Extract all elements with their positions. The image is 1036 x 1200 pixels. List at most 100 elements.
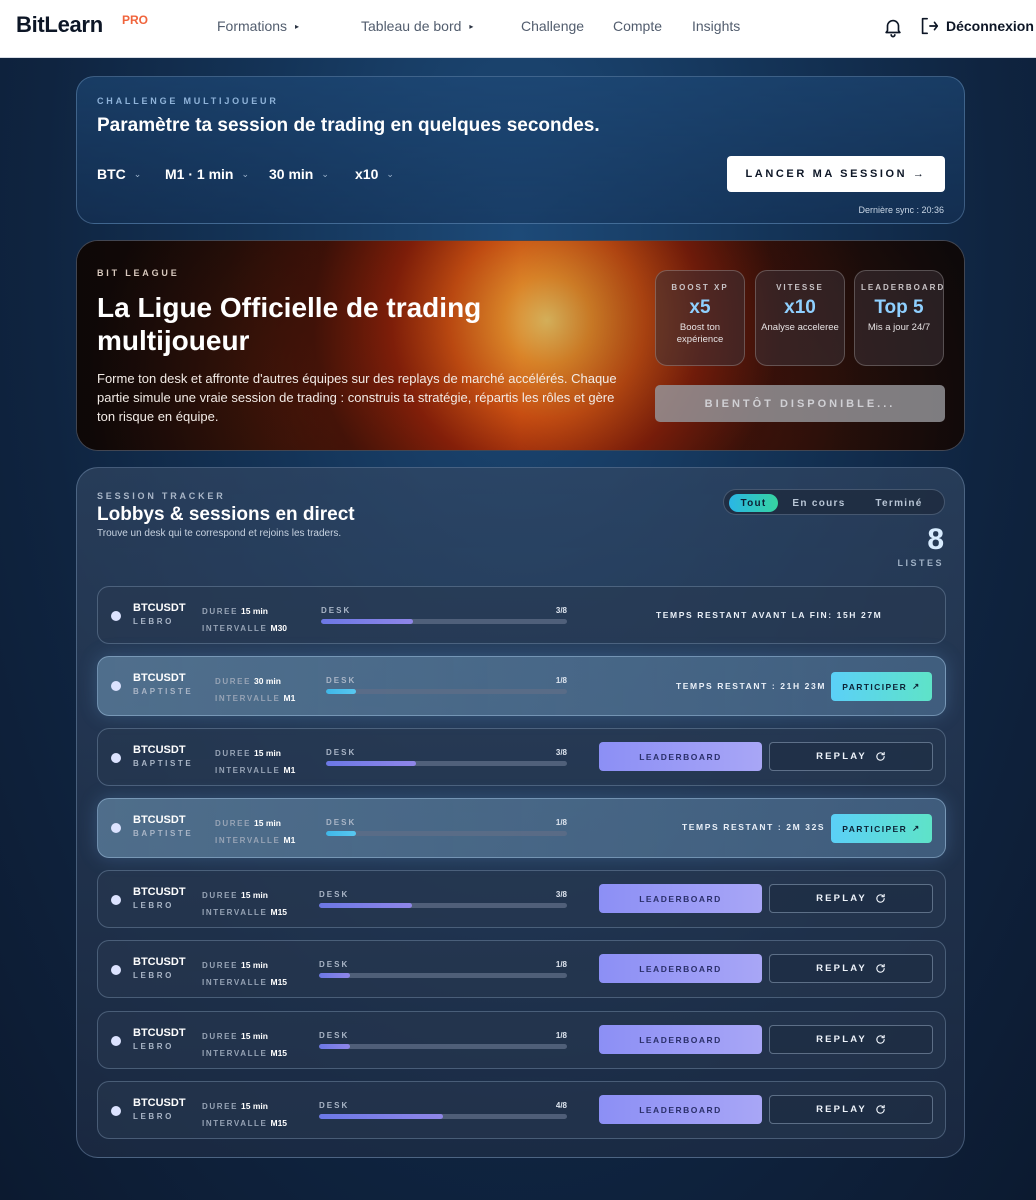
replay-label: REPLAY bbox=[816, 963, 867, 974]
session-row[interactable]: BTCUSDT LEBRO DUREE 15 min INTERVALLE M30 DESK… bbox=[97, 586, 946, 644]
desk-progress-bar bbox=[326, 689, 567, 694]
last-sync: Dernière sync : 20:36 bbox=[858, 205, 944, 215]
nav-item-tableau-de-bord[interactable]: Tableau de bord ▸ bbox=[361, 18, 473, 34]
league-description: Forme ton desk et affronte d'autres équi… bbox=[97, 371, 617, 424]
stat-value: Top 5 bbox=[874, 297, 924, 318]
desk-count: 3/8 bbox=[555, 748, 567, 757]
timeframe-select[interactable]: M1 · 1 min ⌄ bbox=[165, 166, 249, 182]
interval-label: INTERVALLE bbox=[202, 1049, 268, 1058]
logo[interactable]: BitLearn bbox=[16, 12, 103, 38]
session-interval: INTERVALLE M30 bbox=[202, 618, 287, 636]
session-pair: BTCUSDT bbox=[133, 1027, 186, 1039]
select-value: 30 min bbox=[269, 166, 314, 182]
time-remaining: TEMPS RESTANT : 21H 23M bbox=[676, 681, 826, 691]
leaderboard-button[interactable]: LEADERBOARD bbox=[599, 1025, 762, 1054]
interval-value: M1 bbox=[283, 765, 296, 775]
desk-count: 1/8 bbox=[555, 1031, 567, 1040]
duration-value: 15 min bbox=[241, 1031, 268, 1041]
desk-label: DESK bbox=[326, 748, 357, 757]
tracker-eyebrow: SESSION TRACKER bbox=[97, 491, 226, 501]
filter-tab-termine[interactable]: Terminé bbox=[866, 494, 932, 512]
launch-session-button[interactable]: LANCER MA SESSION → bbox=[727, 156, 945, 192]
leaderboard-button[interactable]: LEADERBOARD bbox=[599, 884, 762, 913]
filter-tab-tout[interactable]: Tout bbox=[729, 494, 778, 512]
desk-progress-bar bbox=[326, 761, 567, 766]
session-duration: DUREE 15 min bbox=[215, 743, 281, 761]
replay-button[interactable]: REPLAY bbox=[769, 742, 933, 771]
select-value: BTC bbox=[97, 166, 126, 182]
bell-icon[interactable] bbox=[882, 16, 904, 38]
duration-select[interactable]: 30 min ⌄ bbox=[269, 166, 329, 182]
duration-label: DUREE bbox=[202, 891, 239, 900]
nav-item-label: Insights bbox=[692, 18, 741, 34]
session-duration: DUREE 15 min bbox=[215, 813, 281, 831]
status-dot bbox=[111, 965, 121, 975]
session-interval: INTERVALLE M15 bbox=[202, 902, 287, 920]
chevron-down-icon: ⌄ bbox=[321, 168, 329, 179]
session-tracker-card: SESSION TRACKER Lobbys & sessions en dir… bbox=[76, 467, 965, 1158]
interval-value: M15 bbox=[270, 1118, 288, 1128]
session-row[interactable]: BTCUSDT LEBRO DUREE 15 min INTERVALLE M15 DESK… bbox=[97, 870, 946, 928]
interval-value: M15 bbox=[270, 907, 288, 917]
replay-button[interactable]: REPLAY bbox=[769, 884, 933, 913]
duration-value: 30 min bbox=[254, 676, 281, 686]
desk-progress-fill bbox=[319, 1114, 443, 1119]
duration-value: 15 min bbox=[241, 1101, 268, 1111]
session-duration: DUREE 15 min bbox=[202, 601, 268, 619]
session-interval: INTERVALLE M1 bbox=[215, 830, 295, 848]
replay-button[interactable]: REPLAY bbox=[769, 1095, 933, 1124]
nav-item-compte[interactable]: Compte bbox=[613, 18, 662, 34]
desk-label: DESK bbox=[321, 606, 352, 615]
status-dot bbox=[111, 681, 121, 691]
replay-label: REPLAY bbox=[816, 1034, 867, 1045]
desk-label: DESK bbox=[319, 960, 350, 969]
replay-label: REPLAY bbox=[816, 893, 867, 904]
replay-icon bbox=[876, 751, 885, 761]
asset-select[interactable]: BTC ⌄ bbox=[97, 166, 141, 182]
replay-label: REPLAY bbox=[816, 751, 867, 762]
setup-eyebrow: CHALLENGE MULTIJOUEUR bbox=[97, 96, 279, 106]
interval-label: INTERVALLE bbox=[215, 836, 281, 845]
coming-soon-button[interactable]: BIENTÔT DISPONIBLE... bbox=[655, 385, 945, 422]
nav-item-challenge[interactable]: Challenge bbox=[521, 18, 584, 34]
replay-button[interactable]: REPLAY bbox=[769, 954, 933, 983]
join-button[interactable]: PARTICIPER ↗ bbox=[831, 672, 932, 701]
join-button[interactable]: PARTICIPER ↗ bbox=[831, 814, 932, 843]
status-dot bbox=[111, 753, 121, 763]
desk-progress-bar bbox=[319, 1114, 567, 1119]
session-interval: INTERVALLE M1 bbox=[215, 688, 295, 706]
nav-item-insights[interactable]: Insights bbox=[692, 18, 740, 34]
session-row[interactable]: BTCUSDT BAPTISTE DUREE 15 min INTERVALLE M1 DE… bbox=[97, 728, 946, 786]
stat-label: LEADERBOARD bbox=[861, 283, 946, 292]
session-row[interactable]: BTCUSDT LEBRO DUREE 15 min INTERVALLE M15 DESK… bbox=[97, 1011, 946, 1069]
logout-icon[interactable] bbox=[918, 15, 940, 37]
logout-button[interactable]: Déconnexion bbox=[946, 18, 1034, 34]
stat-sub: Boost ton expérience bbox=[676, 322, 724, 345]
replay-label: REPLAY bbox=[816, 1104, 867, 1115]
join-label: PARTICIPER bbox=[842, 681, 908, 692]
leaderboard-button[interactable]: LEADERBOARD bbox=[599, 954, 762, 983]
session-pair: BTCUSDT bbox=[133, 886, 186, 898]
session-duration: DUREE 15 min bbox=[202, 955, 268, 973]
duration-value: 15 min bbox=[241, 960, 268, 970]
nav-item-formations[interactable]: Formations ▸ bbox=[217, 18, 299, 34]
replay-icon bbox=[876, 893, 885, 903]
leaderboard-button[interactable]: LEADERBOARD bbox=[599, 742, 762, 771]
session-duration: DUREE 15 min bbox=[202, 885, 268, 903]
session-setup-card: CHALLENGE MULTIJOUEUR Paramètre ta sessi… bbox=[76, 76, 965, 224]
session-row[interactable]: BTCUSDT LEBRO DUREE 15 min INTERVALLE M15 DESK… bbox=[97, 1081, 946, 1139]
filter-tab-en-cours[interactable]: En cours bbox=[786, 494, 852, 512]
join-label: PARTICIPER bbox=[842, 823, 908, 834]
speed-select[interactable]: x10 ⌄ bbox=[355, 166, 394, 182]
replay-button[interactable]: REPLAY bbox=[769, 1025, 933, 1054]
interval-value: M30 bbox=[270, 623, 288, 633]
session-row[interactable]: BTCUSDT BAPTISTE DUREE 30 min INTERVALLE M1 DE… bbox=[97, 656, 946, 716]
desk-progress-fill bbox=[319, 903, 412, 908]
session-pair: BTCUSDT bbox=[133, 672, 186, 684]
session-owner: LEBRO bbox=[133, 1042, 174, 1051]
desk-progress-bar bbox=[319, 903, 567, 908]
session-row[interactable]: BTCUSDT LEBRO DUREE 15 min INTERVALLE M15 DESK… bbox=[97, 940, 946, 998]
session-row[interactable]: BTCUSDT BAPTISTE DUREE 15 min INTERVALLE M1 DE… bbox=[97, 798, 946, 858]
interval-value: M15 bbox=[270, 977, 288, 987]
leaderboard-button[interactable]: LEADERBOARD bbox=[599, 1095, 762, 1124]
